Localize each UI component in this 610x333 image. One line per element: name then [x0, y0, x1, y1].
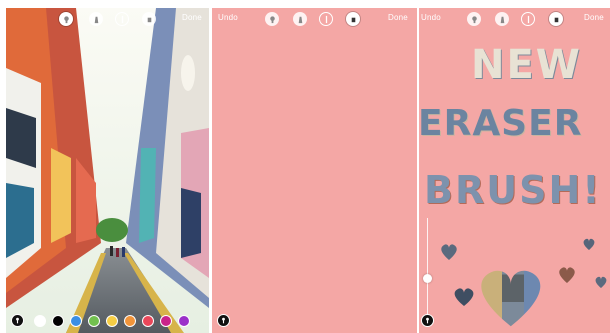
color-palette	[6, 312, 209, 330]
color-swatch-purple[interactable]	[178, 315, 190, 327]
brush-size-slider-track[interactable]	[427, 218, 428, 323]
undo-button[interactable]: Undo	[218, 13, 238, 22]
color-swatch-orange[interactable]	[124, 315, 136, 327]
color-swatch-green[interactable]	[88, 315, 100, 327]
color-swatch-black[interactable]	[52, 315, 64, 327]
drawing-toolbar: Undo Done	[212, 8, 417, 30]
color-swatch-yellow[interactable]	[106, 315, 118, 327]
marker-icon[interactable]	[495, 12, 509, 26]
color-swatch-white[interactable]	[34, 315, 46, 327]
pen-icon[interactable]	[265, 12, 279, 26]
street-photo	[6, 8, 209, 333]
eyedropper-icon[interactable]	[217, 314, 230, 327]
color-swatch-red[interactable]	[142, 315, 154, 327]
marker-icon[interactable]	[89, 12, 103, 26]
marker-icon[interactable]	[293, 12, 307, 26]
eraser-icon[interactable]	[346, 12, 360, 26]
neon-icon[interactable]	[319, 12, 333, 26]
pen-icon[interactable]	[59, 12, 73, 26]
art-text-line-1: NEW	[471, 42, 582, 88]
color-swatch-magenta[interactable]	[160, 315, 172, 327]
done-button[interactable]: Done	[584, 13, 604, 22]
undo-button[interactable]: Undo	[421, 13, 441, 22]
brush-size-slider-handle[interactable]	[423, 274, 432, 283]
pink-canvas-panel[interactable]: Undo Done	[212, 8, 417, 333]
eraser-art-panel[interactable]: NEW ERASER BRUSH! Undo Done	[419, 8, 610, 333]
pen-icon[interactable]	[467, 12, 481, 26]
done-button[interactable]: Done	[388, 13, 408, 22]
drawing-toolbar: Done	[6, 8, 209, 30]
drawing-toolbar: Undo Done	[419, 8, 610, 30]
eyedropper-icon[interactable]	[11, 314, 24, 327]
art-text-line-2: ERASER	[419, 103, 583, 144]
done-button[interactable]: Done	[182, 13, 202, 22]
color-swatch-blue[interactable]	[70, 315, 82, 327]
neon-icon[interactable]	[521, 12, 535, 26]
eyedropper-icon[interactable]	[421, 314, 434, 327]
eraser-icon[interactable]	[549, 12, 563, 26]
neon-icon[interactable]	[115, 12, 129, 26]
photo-canvas-panel[interactable]: Done	[6, 8, 209, 333]
eraser-icon[interactable]	[142, 12, 156, 26]
art-text-line-3: BRUSH!	[424, 168, 602, 212]
